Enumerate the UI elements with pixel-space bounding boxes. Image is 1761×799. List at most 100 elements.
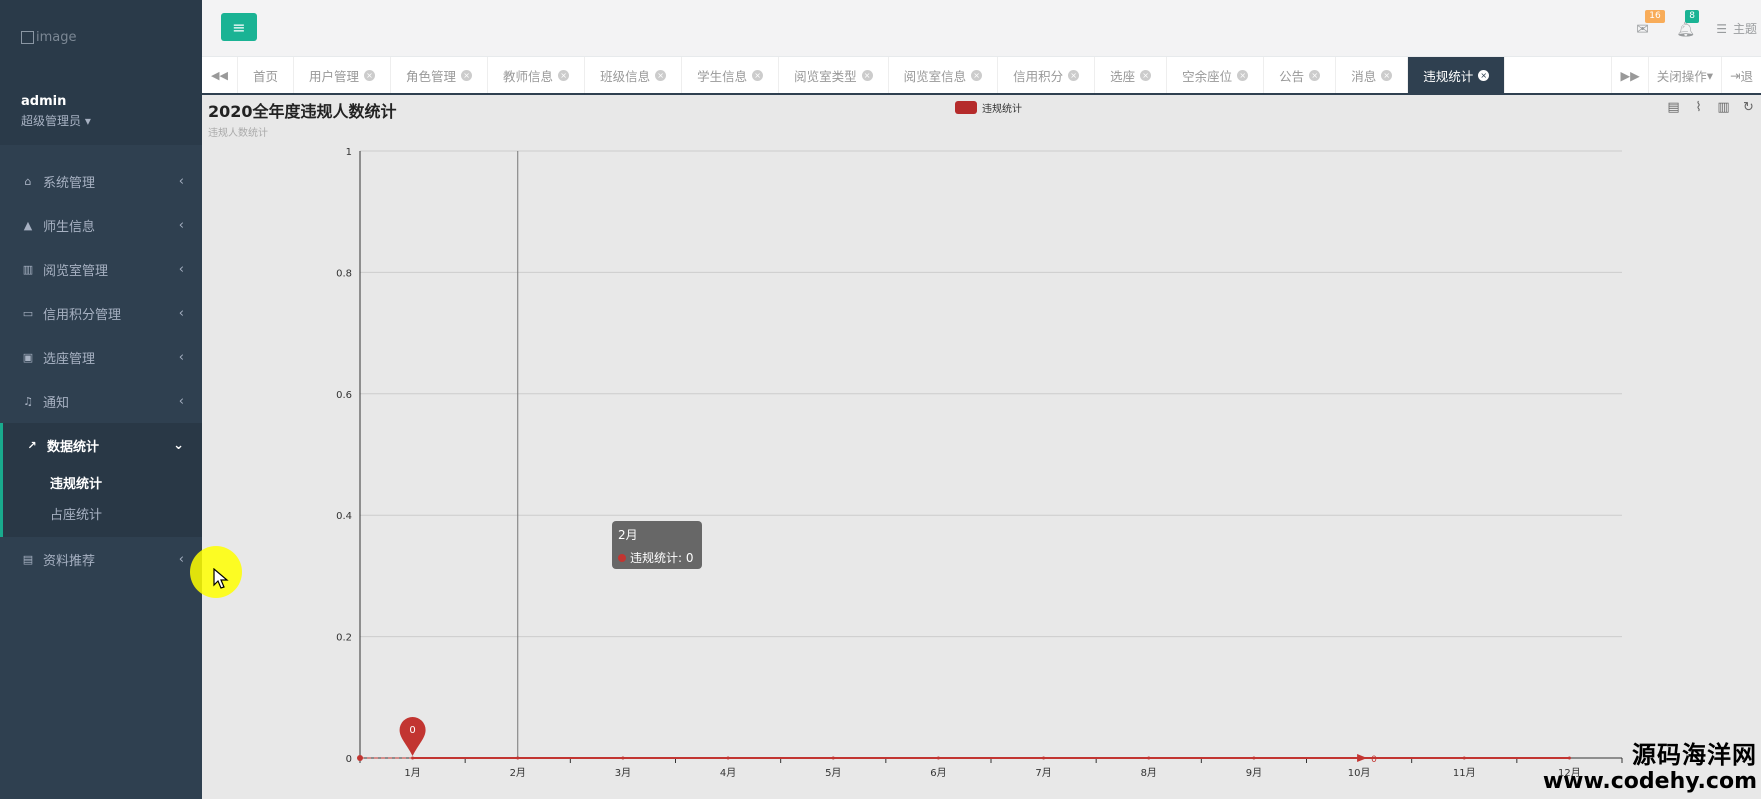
tab-7[interactable]: 阅览室信息 × <box>889 57 999 93</box>
notifications-count-badge: 8 <box>1685 9 1699 23</box>
sidebar-subitem-seat-stats[interactable]: 占座统计 <box>3 498 202 529</box>
x-tick-label: 7月 <box>1035 767 1051 779</box>
close-tab-icon[interactable]: × <box>558 69 570 81</box>
sidebar-item-system[interactable]: ⌂ 系统管理 ‹ <box>0 159 202 203</box>
sidebar-item-seat-selection[interactable]: ▣ 选座管理 ‹ <box>0 335 202 379</box>
chart-legend[interactable]: 违规统计 <box>955 100 1022 115</box>
sidebar-menu: ⌂ 系统管理 ‹ ▲ 师生信息 ‹ ▥ 阅览室管理 ‹ ▭ 信用积分管理 ‹ ▣… <box>0 145 202 581</box>
close-tab-icon[interactable]: × <box>1237 69 1249 81</box>
toggle-sidebar-button[interactable]: ≡ <box>221 13 257 41</box>
tab-9[interactable]: 选座 × <box>1095 57 1168 93</box>
close-tab-icon[interactable]: × <box>1381 69 1393 81</box>
sidebar-item-label: 信用积分管理 <box>43 307 122 323</box>
sidebar-item-credit[interactable]: ▭ 信用积分管理 ‹ <box>0 291 202 335</box>
data-point <box>936 756 940 760</box>
tab-label: 阅览室信息 <box>903 68 967 84</box>
tab-label: 角色管理 <box>406 68 457 84</box>
sidebar-subitem-violation-stats[interactable]: 违规统计 <box>3 467 202 498</box>
messages-button[interactable]: ✉ 16 <box>1636 9 1665 38</box>
close-tab-icon[interactable]: × <box>655 69 667 81</box>
tabs-scroll-left-button[interactable]: ◀◀ <box>202 57 238 93</box>
tabs-scroll-right-button[interactable]: ▶▶ <box>1611 57 1647 93</box>
close-tab-icon[interactable]: × <box>971 69 983 81</box>
sidebar-item-teachers-students[interactable]: ▲ 师生信息 ‹ <box>0 203 202 247</box>
sidebar-item-label: 选座管理 <box>43 351 96 367</box>
tab-0[interactable]: 首页 <box>238 57 295 93</box>
caret-down-icon: ▾ <box>1706 67 1713 83</box>
tab-13[interactable]: 违规统计 × <box>1408 57 1506 93</box>
sidebar-item-notice[interactable]: ♫ 通知 ‹ <box>0 379 202 423</box>
chart-title: 2020全年度违规人数统计 <box>208 102 397 121</box>
x-tick-label: 5月 <box>825 767 841 779</box>
statistics-submenu: 违规统计 占座统计 <box>0 467 202 537</box>
x-tick-label: 4月 <box>720 767 736 779</box>
data-point <box>621 756 625 760</box>
x-tick-label: 8月 <box>1141 767 1157 779</box>
broken-image-icon <box>21 31 34 44</box>
close-tab-icon[interactable]: × <box>1140 69 1152 81</box>
sidebar-item-reading-room[interactable]: ▥ 阅览室管理 ‹ <box>0 247 202 291</box>
x-tick-label: 9月 <box>1246 767 1262 779</box>
close-tab-icon[interactable]: × <box>1068 69 1080 81</box>
tab-1[interactable]: 用户管理 × <box>294 57 392 93</box>
chevron-left-icon: ‹ <box>178 305 184 321</box>
chevron-down-icon: ⌄ <box>173 437 184 453</box>
tabs-right-controls: ▶▶ 关闭操作 ▾ ⇥ 退 <box>1611 57 1761 93</box>
tab-label: 违规统计 <box>1423 68 1474 84</box>
user-name[interactable]: admin <box>21 94 66 109</box>
tab-4[interactable]: 班级信息 × <box>585 57 683 93</box>
watermark-text: 源码海洋网 <box>1632 741 1757 769</box>
chevron-left-icon: ‹ <box>178 173 184 189</box>
violation-line-chart: 00.20.40.60.811月 2月 3月 4月 5月 6月 7月 8月 9月 10月 11月 12… <box>336 147 1623 779</box>
tab-12[interactable]: 消息 × <box>1336 57 1409 93</box>
close-tab-icon[interactable]: × <box>861 69 873 81</box>
data-point <box>516 756 520 760</box>
home-icon: ⌂ <box>24 174 32 188</box>
sidebar-item-label: 数据统计 <box>47 439 100 455</box>
mark-point-pin <box>399 717 426 756</box>
data-point <box>1462 756 1466 760</box>
close-tab-icon[interactable]: × <box>1309 69 1321 81</box>
tab-11[interactable]: 公告 × <box>1264 57 1337 93</box>
tab-5[interactable]: 学生信息 × <box>682 57 780 93</box>
theme-button[interactable]: ☰ 主题 <box>1716 20 1757 37</box>
line-chart-switch-icon[interactable]: ⌇ <box>1690 100 1707 115</box>
caret-down-icon: ▾ <box>84 114 91 128</box>
book-open-icon: ▥ <box>22 262 34 276</box>
y-tick-label: 0.4 <box>336 511 352 522</box>
sign-out-icon: ⇥ <box>1730 67 1741 83</box>
chevron-left-icon: ‹ <box>178 551 184 567</box>
chevron-left-icon: ‹ <box>178 217 184 233</box>
tooltip-row: 违规统计: 0 <box>618 549 696 566</box>
topbar-actions: ✉ 16 🔔︎ 8 ☰ 主题 <box>1636 0 1761 57</box>
user-role-dropdown[interactable]: 超级管理员 ▾ <box>21 112 91 129</box>
tab-2[interactable]: 角色管理 × <box>391 57 489 93</box>
data-view-icon[interactable]: ▤ <box>1665 100 1682 115</box>
logo-alt-text: image <box>36 30 77 45</box>
watermark: 源码海洋网 www.codehy.com <box>1543 741 1757 795</box>
mark-line-start <box>357 755 363 761</box>
notifications-button[interactable]: 🔔︎ 8 <box>1676 9 1699 38</box>
close-tab-icon[interactable]: × <box>752 69 764 81</box>
sidebar-item-resources[interactable]: ▤ 资料推荐 ‹ <box>0 537 202 581</box>
sidebar-item-statistics[interactable]: ↗ 数据统计 ⌄ <box>0 423 202 467</box>
book-icon: ▤ <box>22 552 34 566</box>
data-point <box>1357 756 1361 760</box>
chart-toolbox: ▤ ⌇ ▥ ↻ <box>1665 100 1757 115</box>
bar-chart-switch-icon[interactable]: ▥ <box>1715 100 1732 115</box>
sidebar-item-label: 师生信息 <box>43 219 96 235</box>
tab-10[interactable]: 空余座位 × <box>1167 57 1265 93</box>
tab-8[interactable]: 信用积分 × <box>998 57 1096 93</box>
tab-3[interactable]: 教师信息 × <box>488 57 586 93</box>
data-point <box>726 756 730 760</box>
logout-button[interactable]: ⇥ 退 <box>1721 57 1761 93</box>
close-tab-icon[interactable]: × <box>364 69 376 81</box>
restore-icon[interactable]: ↻ <box>1740 100 1757 115</box>
close-tab-icon[interactable]: × <box>461 69 473 81</box>
y-tick-label: 0 <box>346 754 352 765</box>
tab-6[interactable]: 阅览室类型 × <box>779 57 889 93</box>
close-operations-dropdown[interactable]: 关闭操作 ▾ <box>1647 57 1721 93</box>
x-tick-label: 6月 <box>930 767 946 779</box>
close-tab-icon[interactable]: × <box>1478 69 1490 81</box>
logout-label: 退 <box>1740 68 1753 84</box>
